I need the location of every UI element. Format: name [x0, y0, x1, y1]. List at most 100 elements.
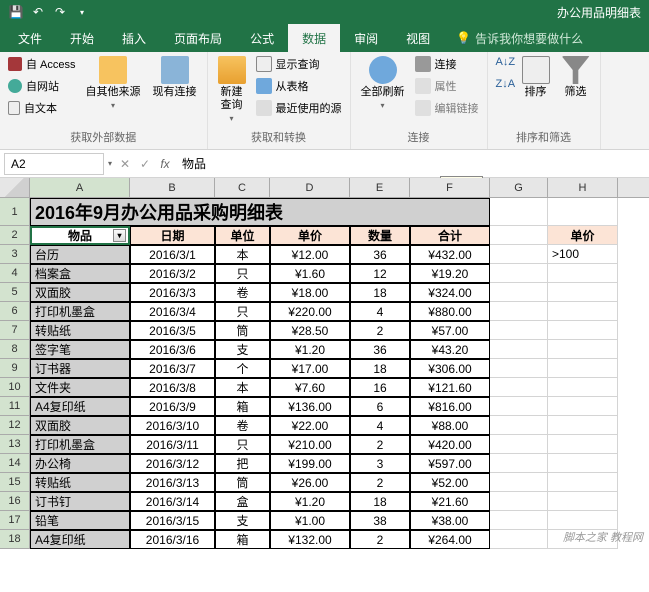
- cell-item[interactable]: 签字笔: [30, 340, 130, 359]
- cell[interactable]: [548, 264, 618, 283]
- cell-total[interactable]: ¥432.00: [410, 245, 490, 264]
- connections-button[interactable]: 连接: [413, 54, 481, 74]
- cell-unit[interactable]: 卷: [215, 283, 270, 302]
- row-header[interactable]: 14: [0, 454, 30, 473]
- header-price[interactable]: 单价: [270, 226, 350, 245]
- cancel-button[interactable]: ✕: [116, 155, 134, 173]
- redo-button[interactable]: ↷: [50, 2, 70, 22]
- cell[interactable]: [548, 283, 618, 302]
- header-unit[interactable]: 单位: [215, 226, 270, 245]
- cell-price[interactable]: ¥22.00: [270, 416, 350, 435]
- cell[interactable]: [490, 511, 548, 530]
- cell-date[interactable]: 2016/3/1: [130, 245, 215, 264]
- fx-button[interactable]: fx: [156, 155, 174, 173]
- cell-qty[interactable]: 18: [350, 359, 410, 378]
- row-header-1[interactable]: 1: [0, 198, 30, 226]
- cell-date[interactable]: 2016/3/15: [130, 511, 215, 530]
- cell-item[interactable]: 台历: [30, 245, 130, 264]
- cell-qty[interactable]: 2: [350, 435, 410, 454]
- qat-dropdown[interactable]: ▾: [72, 2, 92, 22]
- row-header[interactable]: 12: [0, 416, 30, 435]
- cell-date[interactable]: 2016/3/9: [130, 397, 215, 416]
- cell[interactable]: [548, 302, 618, 321]
- cell-date[interactable]: 2016/3/16: [130, 530, 215, 549]
- cell-price[interactable]: ¥1.00: [270, 511, 350, 530]
- cell-total[interactable]: ¥264.00: [410, 530, 490, 549]
- cell-total[interactable]: ¥121.60: [410, 378, 490, 397]
- cell-price[interactable]: ¥199.00: [270, 454, 350, 473]
- col-header-A[interactable]: A: [30, 178, 130, 197]
- existing-connections-button[interactable]: 现有连接: [149, 54, 201, 101]
- cell-item[interactable]: 铅笔: [30, 511, 130, 530]
- cell-item[interactable]: 订书钉: [30, 492, 130, 511]
- cell-price[interactable]: ¥136.00: [270, 397, 350, 416]
- row-header[interactable]: 7: [0, 321, 30, 340]
- cell-unit[interactable]: 箱: [215, 530, 270, 549]
- row-header[interactable]: 15: [0, 473, 30, 492]
- header-item[interactable]: 物品 ▾: [30, 226, 130, 245]
- cell-item[interactable]: A4复印纸: [30, 397, 130, 416]
- cell-item[interactable]: 文件夹: [30, 378, 130, 397]
- cell-unit[interactable]: 支: [215, 511, 270, 530]
- cell[interactable]: [490, 340, 548, 359]
- cell[interactable]: [490, 245, 548, 264]
- col-header-B[interactable]: B: [130, 178, 215, 197]
- row-header[interactable]: 16: [0, 492, 30, 511]
- cell-qty[interactable]: 18: [350, 283, 410, 302]
- row-header[interactable]: 18: [0, 530, 30, 549]
- cell[interactable]: [490, 321, 548, 340]
- undo-button[interactable]: ↶: [28, 2, 48, 22]
- cell-item[interactable]: 档案盒: [30, 264, 130, 283]
- col-header-D[interactable]: D: [270, 178, 350, 197]
- select-all-corner[interactable]: [0, 178, 30, 197]
- cell[interactable]: [548, 492, 618, 511]
- save-button[interactable]: 💾: [6, 2, 26, 22]
- filter-value-cell[interactable]: >100: [548, 245, 618, 264]
- cell[interactable]: [548, 435, 618, 454]
- row-header[interactable]: 4: [0, 264, 30, 283]
- cell-qty[interactable]: 36: [350, 340, 410, 359]
- tab-insert[interactable]: 插入: [108, 24, 160, 53]
- cell-qty[interactable]: 4: [350, 416, 410, 435]
- col-header-F[interactable]: F: [410, 178, 490, 197]
- tell-me-search[interactable]: 💡 告诉我你想要做什么: [444, 30, 583, 47]
- edit-links-button[interactable]: 编辑链接: [413, 98, 481, 118]
- cell-item[interactable]: 打印机墨盒: [30, 302, 130, 321]
- name-box[interactable]: [4, 153, 104, 175]
- cell-qty[interactable]: 6: [350, 397, 410, 416]
- from-text-button[interactable]: 自文本: [6, 98, 78, 118]
- cell[interactable]: [548, 416, 618, 435]
- cell[interactable]: [548, 359, 618, 378]
- cell-price[interactable]: ¥1.60: [270, 264, 350, 283]
- cell-qty[interactable]: 2: [350, 321, 410, 340]
- tab-view[interactable]: 视图: [392, 24, 444, 53]
- cell-total[interactable]: ¥324.00: [410, 283, 490, 302]
- row-header[interactable]: 9: [0, 359, 30, 378]
- tab-data[interactable]: 数据: [288, 24, 340, 53]
- from-other-button[interactable]: 自其他来源▾: [82, 54, 145, 112]
- sort-asc-button[interactable]: A↓Z: [494, 54, 514, 74]
- cell-unit[interactable]: 支: [215, 340, 270, 359]
- cell-date[interactable]: 2016/3/11: [130, 435, 215, 454]
- cell-price[interactable]: ¥17.00: [270, 359, 350, 378]
- cell-qty[interactable]: 3: [350, 454, 410, 473]
- cell-unit[interactable]: 只: [215, 302, 270, 321]
- tab-review[interactable]: 审阅: [340, 24, 392, 53]
- cell[interactable]: [490, 454, 548, 473]
- cell[interactable]: [490, 397, 548, 416]
- cell[interactable]: [548, 378, 618, 397]
- row-header[interactable]: 6: [0, 302, 30, 321]
- cell-item[interactable]: 转贴纸: [30, 321, 130, 340]
- cell-item[interactable]: A4复印纸: [30, 530, 130, 549]
- cell-total[interactable]: ¥52.00: [410, 473, 490, 492]
- cell-unit[interactable]: 本: [215, 378, 270, 397]
- cell[interactable]: [548, 340, 618, 359]
- tab-layout[interactable]: 页面布局: [160, 24, 236, 53]
- cell-date[interactable]: 2016/3/7: [130, 359, 215, 378]
- cell-unit[interactable]: 本: [215, 245, 270, 264]
- cell-qty[interactable]: 12: [350, 264, 410, 283]
- cell-unit[interactable]: 箱: [215, 397, 270, 416]
- cell-date[interactable]: 2016/3/2: [130, 264, 215, 283]
- cell-total[interactable]: ¥43.20: [410, 340, 490, 359]
- cell[interactable]: [490, 264, 548, 283]
